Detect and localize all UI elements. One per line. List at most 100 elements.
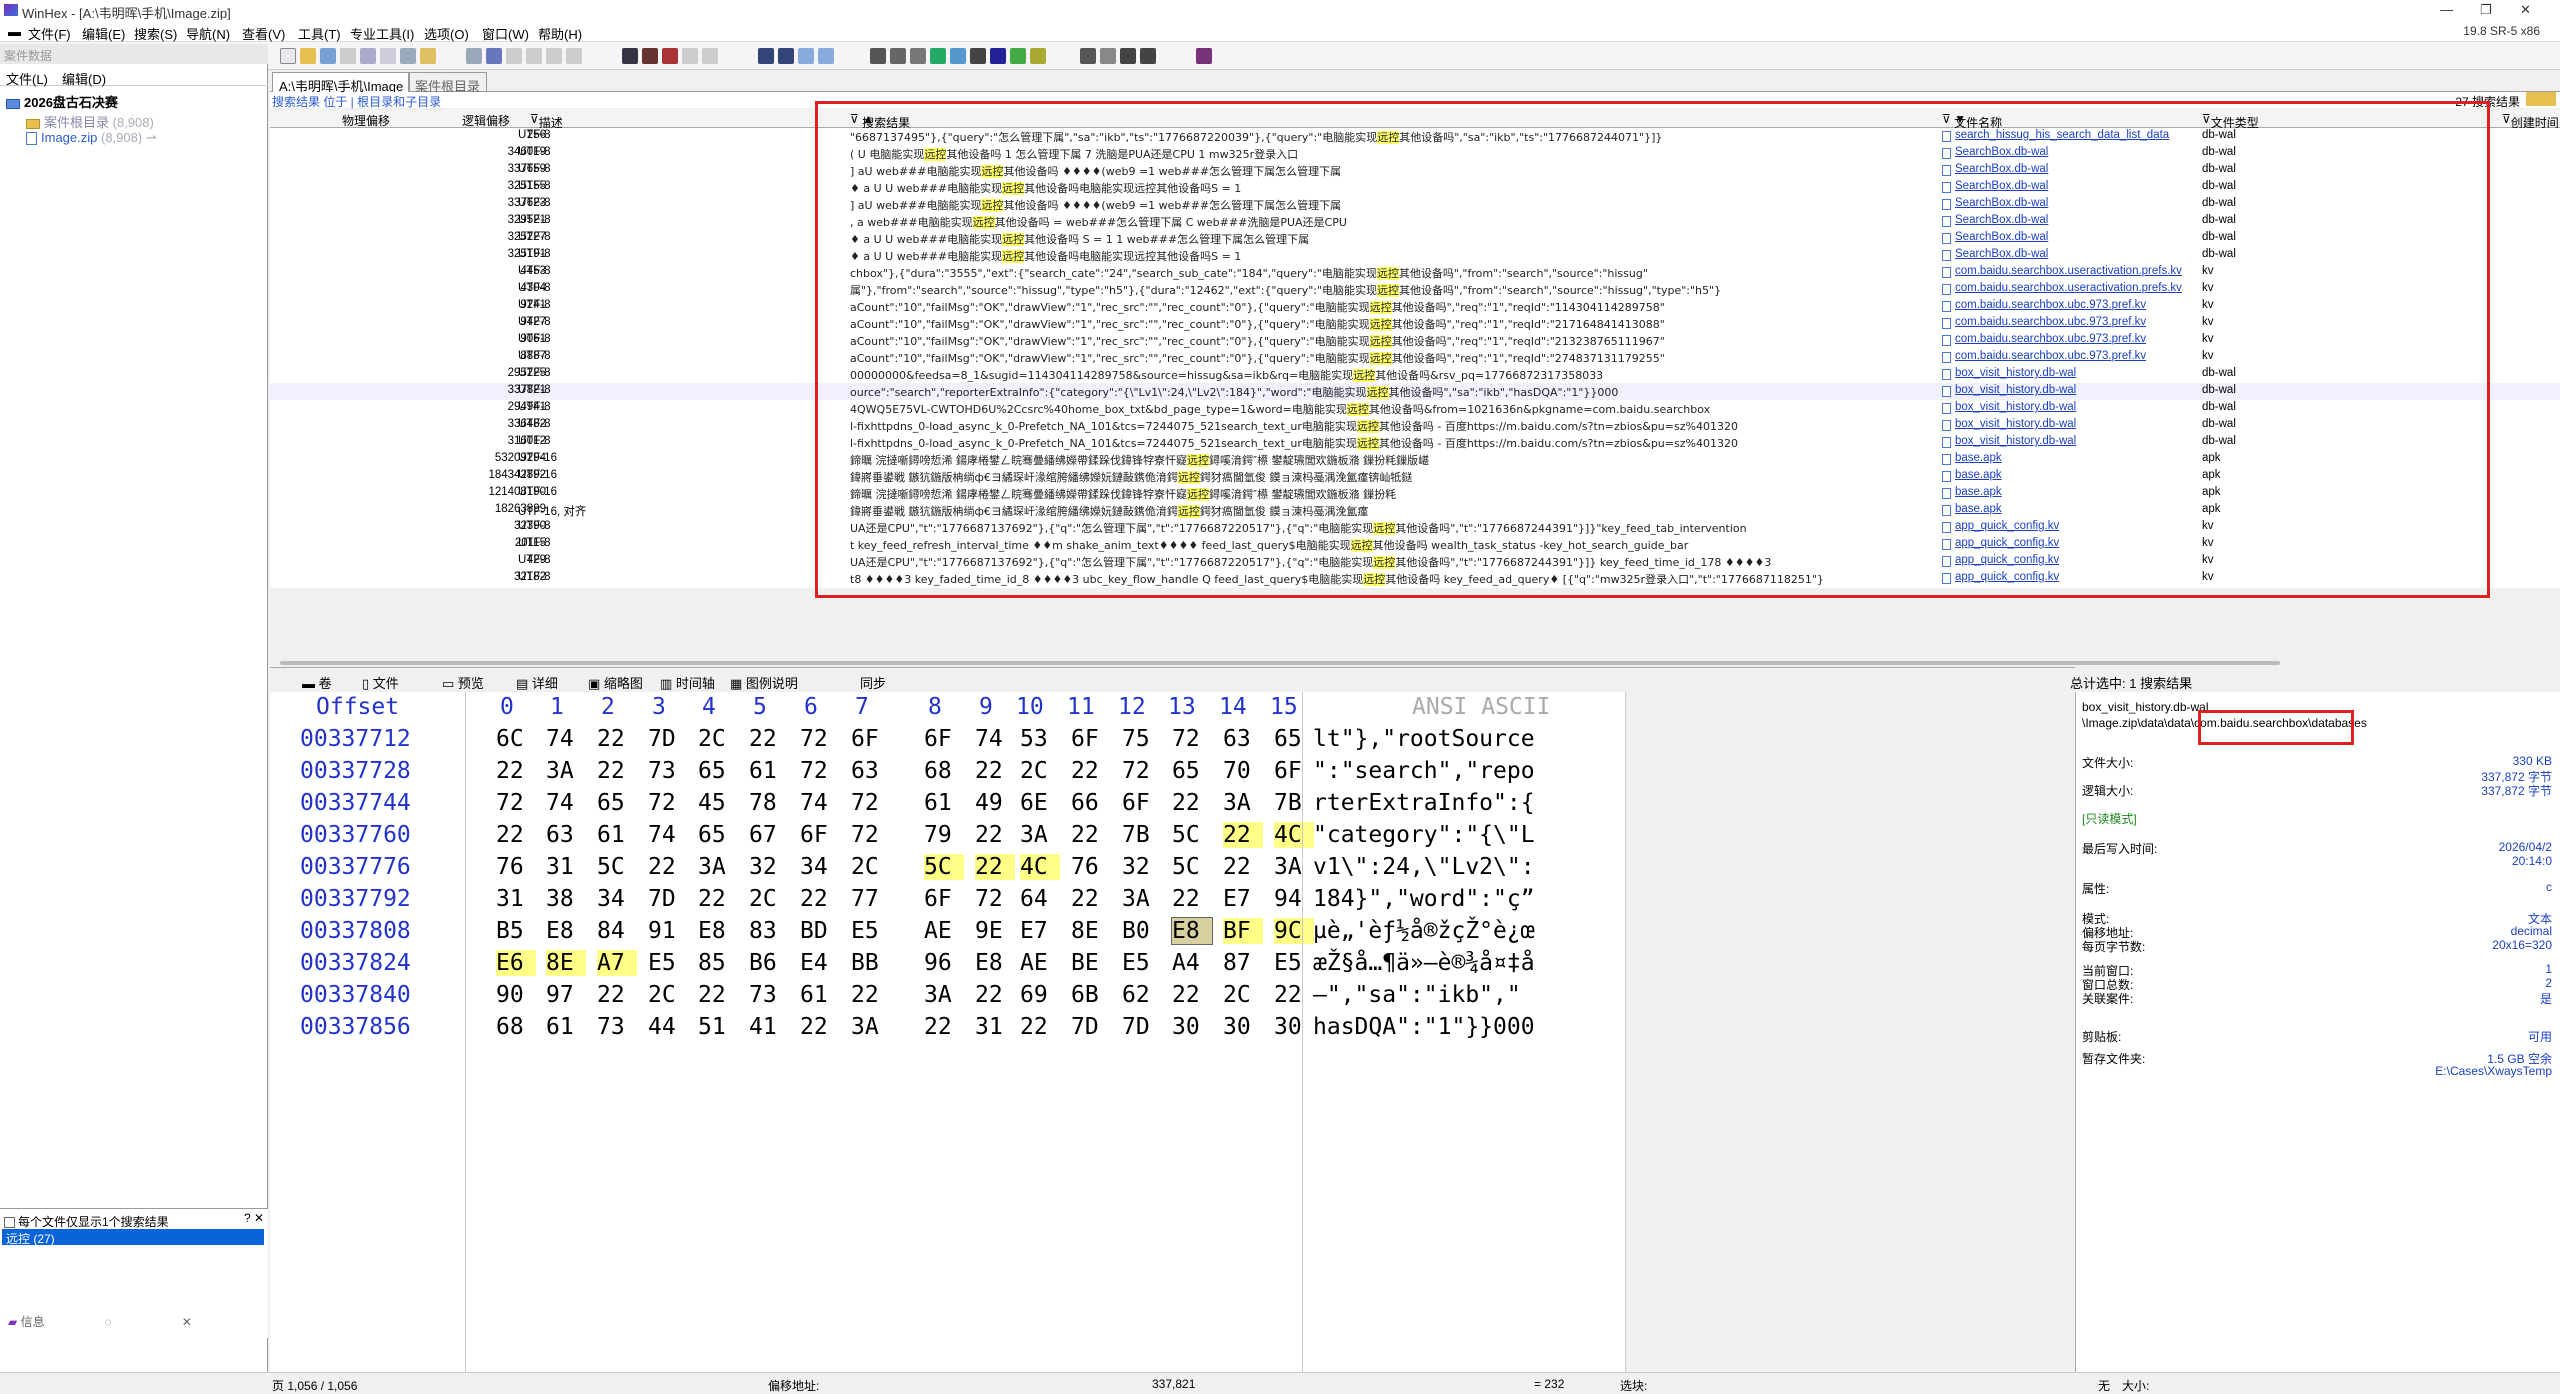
undo-icon[interactable] [466, 48, 482, 64]
tab-gallery[interactable]: ▣ 缩略图 [588, 673, 643, 692]
find-text-icon[interactable] [622, 48, 638, 64]
hex-row[interactable]: 00337856 68 61 73 44 51 41 22 3A 22 31 22 7D 7D 30 30 30… [270, 1014, 1625, 1046]
case-node[interactable]: 2026盘古石决赛 [6, 92, 118, 111]
prev-icon[interactable] [1120, 48, 1136, 64]
next-icon[interactable] [1140, 48, 1156, 64]
minimize-icon[interactable]: — [2440, 2, 2453, 17]
table-row[interactable]: 325227 UTF-8 ♦ a U U web###电脑能实现远控其他设备吗 S… [270, 230, 2560, 247]
case-icon[interactable] [400, 48, 416, 64]
forward-icon[interactable] [818, 48, 834, 64]
table-row[interactable]: 32390 UTF-8 UA还是CPU","t":"1776687137692"},… [270, 519, 2560, 536]
image-node[interactable]: Image.zip (8,908) ⇀ [26, 130, 157, 146]
menu-edit[interactable]: 编辑(E) [82, 24, 125, 43]
copy-icon[interactable] [486, 48, 502, 64]
one-hit-per-file-checkbox[interactable]: 每个文件仅显示1个搜索结果 [4, 1213, 169, 1230]
table-row[interactable]: 32182 UTF-8 t8 ♦♦♦♦3 key_faded_time_id_8 ♦… [270, 570, 2560, 587]
find-hex-icon[interactable] [642, 48, 658, 64]
col-search-hit[interactable]: ⊽ 搜索结果 ▲ [850, 112, 910, 130]
tab-legend[interactable]: ▦ 图例说明 [730, 673, 798, 692]
table-row[interactable]: 9427 UTF-8 aCount":"10","failMsg":"OK","dr… [270, 315, 2560, 332]
tab-details[interactable]: ▤ 详细 [516, 673, 558, 692]
image-icon[interactable] [910, 48, 926, 64]
tab-file[interactable]: ▯ 文件 [362, 673, 399, 692]
hex-row[interactable]: 00337744 72 74 65 72 45 78 74 72 61 49 6E 66 6F 22 3A 7B… [270, 790, 1625, 822]
col-physical-offset[interactable]: 物理偏移 [342, 112, 390, 129]
tab-preview[interactable]: ▭ 预览 [442, 673, 484, 692]
menu-tools[interactable]: 工具(T) [298, 24, 341, 43]
close-icon[interactable]: ✕ [2520, 2, 2531, 18]
hex-row[interactable]: 00337808 B5 E8 84 91 E8 83 BD E5 AE 9E E7 8E B0 E8 BF 9C… [270, 917, 1625, 950]
paste-icon[interactable] [526, 48, 542, 64]
table-row[interactable]: 337821 UTF-8 ource":"search","reporterExtr… [270, 383, 2560, 400]
hex-row[interactable]: 00337840 90 97 22 2C 22 73 61 22 3A 22 69 6B 62 22 2C 22… [270, 982, 1625, 1014]
menu-search[interactable]: 搜索(S) [134, 24, 177, 43]
hex-row[interactable]: 00337760 22 63 61 74 65 67 6F 72 79 22 3A 22 7B 5C 22 4C… [270, 822, 1625, 854]
save-icon[interactable] [320, 48, 336, 64]
table-row[interactable]: 4304 UTF-8 属"},"from":"search","source":"h… [270, 281, 2560, 298]
col-filename[interactable]: ⊽ 文件名称 ▼ [1942, 112, 2002, 130]
menu-file[interactable]: 文件(F) [28, 24, 71, 43]
table-row[interactable]: 295225 UTF-8 00000000&feedsa=8_1&sugid=114… [270, 366, 2560, 383]
table-row[interactable]: 18263899 UTF-16, 对齐 鍏嶈垂鍙戦 鏃犺鍦版柟绱ф€ヨ繘琛屽湪绾胯繙… [270, 502, 2560, 519]
disk-icon[interactable] [870, 48, 886, 64]
col-filetype[interactable]: ⊽ 文件类型 [2202, 112, 2259, 130]
refresh-icon[interactable] [380, 48, 396, 64]
goto-page-icon[interactable] [778, 48, 794, 64]
zoom-icon[interactable] [950, 48, 966, 64]
case-edit-menu[interactable]: 编辑(D) [62, 69, 106, 88]
col-description[interactable]: ⊽ 描述 [530, 112, 563, 130]
replace-icon[interactable] [662, 48, 678, 64]
table-row[interactable]: 346019 UTF-8 ( U 电脑能实现远控其他设备吗 1 怎么管理下属 7 … [270, 145, 2560, 162]
table-row[interactable]: 8887 UTF-8 aCount":"10","failMsg":"OK","dr… [270, 349, 2560, 366]
table-row[interactable]: 184342892 UTF-16 鍏嶈垂鍙戦 鏃犺鍦版柟绱ф€ヨ繘琛屽湪绾胯繙绋嬫妧… [270, 468, 2560, 485]
license-icon[interactable] [1196, 48, 1212, 64]
open-icon[interactable] [300, 48, 316, 64]
table-row[interactable]: 294941 UTF-8 4QWQ5E75VL-CWTOHD6U%2Ccsrc%40… [270, 400, 2560, 417]
analyze-icon[interactable] [970, 48, 986, 64]
fill-icon[interactable] [566, 48, 582, 64]
tab-image[interactable]: A:\韦明晖\手机\Image [272, 72, 411, 94]
search-term-item[interactable]: 远控 (27) [2, 1229, 264, 1246]
ram-icon[interactable] [890, 48, 906, 64]
hex-row[interactable]: 00337776 76 31 5C 22 3A 32 34 2C 5C 22 4C 76 32 5C 22 3A… [270, 854, 1625, 886]
hex-row[interactable]: 00337728 22 3A 22 73 65 61 72 63 68 22 2C 22 72 65 70 6F… [270, 758, 1625, 790]
hex-editor[interactable]: Offset 0 1 2 3 4 5 6 7 8 9 10 11 12 13 14 15 ANSI ASCII 00… [270, 692, 1625, 1372]
info-tab[interactable]: ▰ 信息 ◌ ✕ [8, 1313, 192, 1330]
chart-icon[interactable] [1010, 48, 1026, 64]
help-icon[interactable]: ? ✕ [244, 1211, 264, 1225]
hex-row[interactable]: 00337712 6C 74 22 7D 2C 22 72 6F 6F 74 53 6F 75 72 63 65… [270, 726, 1625, 758]
tab-sync[interactable]: 同步 [860, 673, 886, 692]
table-row[interactable]: 121408190 UTF-16 鍗曞 浣撻噺鐞嗙悊浠 鍚庨棬鐢ㄥ睆骞曡繙绋嬫帶鍒跺… [270, 485, 2560, 502]
table-row[interactable]: 9241 UTF-8 aCount":"10","failMsg":"OK","dr… [270, 298, 2560, 315]
case-root-dir[interactable]: 案件根目录 (8,908) [26, 112, 154, 131]
tab-case-root[interactable]: 案件根目录 [408, 72, 488, 94]
table-row[interactable]: 325155 UTF-8 ♦ a U U web###电脑能实现远控其他设备吗电脑… [270, 179, 2560, 196]
hash-icon[interactable] [990, 48, 1006, 64]
grid-icon[interactable] [1100, 48, 1116, 64]
goto-offset-icon[interactable] [758, 48, 774, 64]
col-logical-offset[interactable]: 逻辑偏移 [462, 112, 510, 129]
calculator-icon[interactable] [930, 48, 946, 64]
case-file-menu[interactable]: 文件(L) [6, 69, 48, 88]
table-row[interactable]: 325191 UTF-8 ♦ a U U web###电脑能实现远控其他设备吗电脑… [270, 247, 2560, 264]
menu-options[interactable]: 选项(O) [424, 24, 469, 43]
print-icon[interactable] [340, 48, 356, 64]
col-created[interactable]: ⊽ 创建时间 [2502, 112, 2559, 130]
export-icon[interactable] [2526, 92, 2556, 106]
menu-window[interactable]: 窗口(W) [482, 24, 529, 43]
hex-row[interactable]: 00337824 E6 8E A7 E5 85 B6 E4 BB 96 E8 AE BE E5 A4 87 E5… [270, 950, 1625, 982]
menu-app-icon[interactable]: ▬ [8, 24, 21, 39]
table-row[interactable]: 53209294 UTF-16 鍗曞 浣撻噺鐞嗙悊浠 鍚庨棬鐢ㄥ睆骞曡繙绋嬫帶鍒跺伐… [270, 451, 2560, 468]
table-row[interactable]: 337623 UTF-8 ] aU web###电脑能实现远控其他设备吗 ♦♦♦♦… [270, 196, 2560, 213]
folder-icon[interactable] [420, 48, 436, 64]
back-icon[interactable] [798, 48, 814, 64]
table-row[interactable]: 336482 UTF-8 l-fixhttpdns_0-load_async_k_0… [270, 417, 2560, 434]
menu-specialist[interactable]: 专业工具(I) [350, 24, 414, 43]
table-row[interactable]: 329521 UTF-8 , a web###电脑能实现远控其他设备吗 = web… [270, 213, 2560, 230]
table-row[interactable]: 337659 UTF-8 ] aU web###电脑能实现远控其他设备吗 ♦♦♦♦… [270, 162, 2560, 179]
table-row[interactable]: 429 UTF-8 UA还是CPU","t":"1776687137692"},{"… [270, 553, 2560, 570]
menu-view[interactable]: 查看(V) [242, 24, 285, 43]
hawk-icon[interactable] [1030, 48, 1046, 64]
hex-row[interactable]: 00337792 31 38 34 7D 22 2C 22 77 6F 72 64 22 3A 22 E7 94… [270, 886, 1625, 918]
horizontal-scrollbar[interactable] [270, 660, 2560, 666]
